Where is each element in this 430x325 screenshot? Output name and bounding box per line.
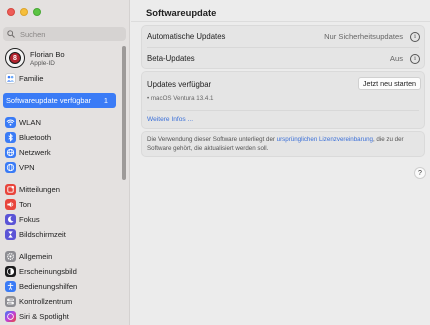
bluetooth-icon: [5, 132, 16, 143]
info-icon[interactable]: i: [410, 53, 420, 64]
general-icon: [5, 251, 16, 262]
beta-updates-label: Beta-Updates: [147, 54, 195, 63]
sidebar-item-label: Erscheinungsbild: [19, 267, 77, 276]
automatic-updates-value: Nur Sicherheitsupdates: [324, 32, 403, 41]
beta-updates-value: Aus: [389, 54, 403, 63]
sidebar: Suchen 8 Florian Bo Apple-ID Familie Sof…: [0, 0, 130, 325]
sidebar-item-screen-time[interactable]: Bildschirmzeit: [5, 228, 66, 241]
automatic-updates-row: Automatische Updates Nur Sicherheitsupda…: [142, 26, 424, 47]
sidebar-item-siri-spotlight[interactable]: Siri & Spotlight: [5, 310, 69, 323]
avatar-initial: 8: [9, 52, 21, 64]
sidebar-item-software-update-available[interactable]: Softwareupdate verfügbar 1: [3, 93, 116, 108]
sidebar-item-label: Bluetooth: [19, 133, 52, 142]
sidebar-item-label: Softwareupdate verfügbar: [6, 96, 92, 105]
sidebar-item-label: Allgemein: [19, 252, 53, 261]
screen-time-icon: [5, 229, 16, 240]
title-divider: [131, 21, 430, 22]
accessibility-icon: [5, 281, 16, 292]
main-pane: Softwareupdate Automatische Updates Nur …: [131, 0, 430, 325]
sidebar-item-general[interactable]: Allgemein: [5, 250, 52, 263]
sidebar-item-label: Kontrollzentrum: [19, 297, 73, 306]
sidebar-item-focus[interactable]: Fokus: [5, 213, 40, 226]
sidebar-item-label: Netzwerk: [19, 148, 51, 157]
sidebar-item-control-center[interactable]: Kontrollzentrum: [5, 295, 72, 308]
sidebar-item-label: Bildschirmzeit: [19, 230, 66, 239]
focus-icon: [5, 214, 16, 225]
control-center-icon: [5, 296, 16, 307]
apple-id-account[interactable]: 8 Florian Bo Apple-ID: [5, 48, 65, 68]
wifi-icon: [5, 117, 16, 128]
available-updates-card: Updates verfügbar Jetzt neu starten • ma…: [141, 71, 425, 129]
sidebar-item-label: WLAN: [19, 118, 41, 127]
sidebar-item-label: VPN: [19, 163, 35, 172]
sidebar-item-label: Familie: [19, 74, 44, 83]
page-title: Softwareupdate: [146, 7, 217, 18]
notifications-icon: [5, 184, 16, 195]
close-window-button[interactable]: [7, 8, 15, 16]
user-subtitle: Apple-ID: [30, 59, 55, 67]
minimize-window-button[interactable]: [20, 8, 28, 16]
sidebar-item-accessibility[interactable]: Bedienungshilfen: [5, 280, 77, 293]
sidebar-item-wlan[interactable]: WLAN: [5, 116, 41, 129]
automatic-updates-label: Automatische Updates: [147, 32, 226, 41]
update-count-badge: 1: [103, 96, 108, 105]
help-button[interactable]: ?: [414, 167, 426, 179]
vpn-icon: [5, 162, 16, 173]
sidebar-item-notifications[interactable]: Mitteilungen: [5, 183, 60, 196]
zoom-window-button[interactable]: [33, 8, 41, 16]
search-placeholder: Suchen: [20, 29, 46, 39]
license-text-before: Die Verwendung dieser Software unterlieg…: [147, 136, 277, 143]
search-field[interactable]: Suchen: [3, 27, 126, 41]
search-icon: [7, 30, 15, 38]
family-icon: [5, 73, 16, 84]
sidebar-item-label: Fokus: [19, 215, 40, 224]
sound-icon: [5, 199, 16, 210]
sidebar-item-label: Siri & Spotlight: [19, 312, 69, 321]
sidebar-item-appearance[interactable]: Erscheinungsbild: [5, 265, 77, 278]
sidebar-item-label: Ton: [19, 200, 32, 209]
sidebar-scrollbar[interactable]: [122, 46, 126, 180]
appearance-icon: [5, 266, 16, 277]
info-icon[interactable]: i: [410, 31, 420, 42]
siri-icon: [5, 311, 16, 322]
license-agreement-link[interactable]: ursprünglichen Lizenzvereinbarung: [277, 136, 373, 143]
license-text: Die Verwendung dieser Software unterlieg…: [147, 136, 419, 154]
row-divider: [147, 110, 419, 111]
sidebar-item-family[interactable]: Familie: [5, 72, 43, 85]
update-settings-card: Automatische Updates Nur Sicherheitsupda…: [141, 25, 425, 69]
sidebar-item-sound[interactable]: Ton: [5, 198, 31, 211]
updates-available-title: Updates verfügbar: [147, 80, 212, 89]
network-icon: [5, 147, 16, 158]
sidebar-item-label: Mitteilungen: [19, 185, 60, 194]
restart-now-button[interactable]: Jetzt neu starten: [358, 77, 421, 90]
sidebar-item-bluetooth[interactable]: Bluetooth: [5, 131, 51, 144]
more-info-link[interactable]: Weitere Infos ...: [147, 116, 193, 123]
update-version: • macOS Ventura 13.4.1: [147, 95, 214, 102]
beta-updates-row: Beta-Updates Aus i: [142, 48, 424, 69]
window-controls: [7, 8, 41, 16]
sidebar-item-network[interactable]: Netzwerk: [5, 146, 51, 159]
user-name: Florian Bo: [30, 49, 65, 59]
sidebar-item-label: Bedienungshilfen: [19, 282, 78, 291]
sidebar-item-vpn[interactable]: VPN: [5, 161, 35, 174]
license-card: Die Verwendung dieser Software unterlieg…: [141, 131, 425, 157]
avatar: 8: [5, 48, 25, 68]
